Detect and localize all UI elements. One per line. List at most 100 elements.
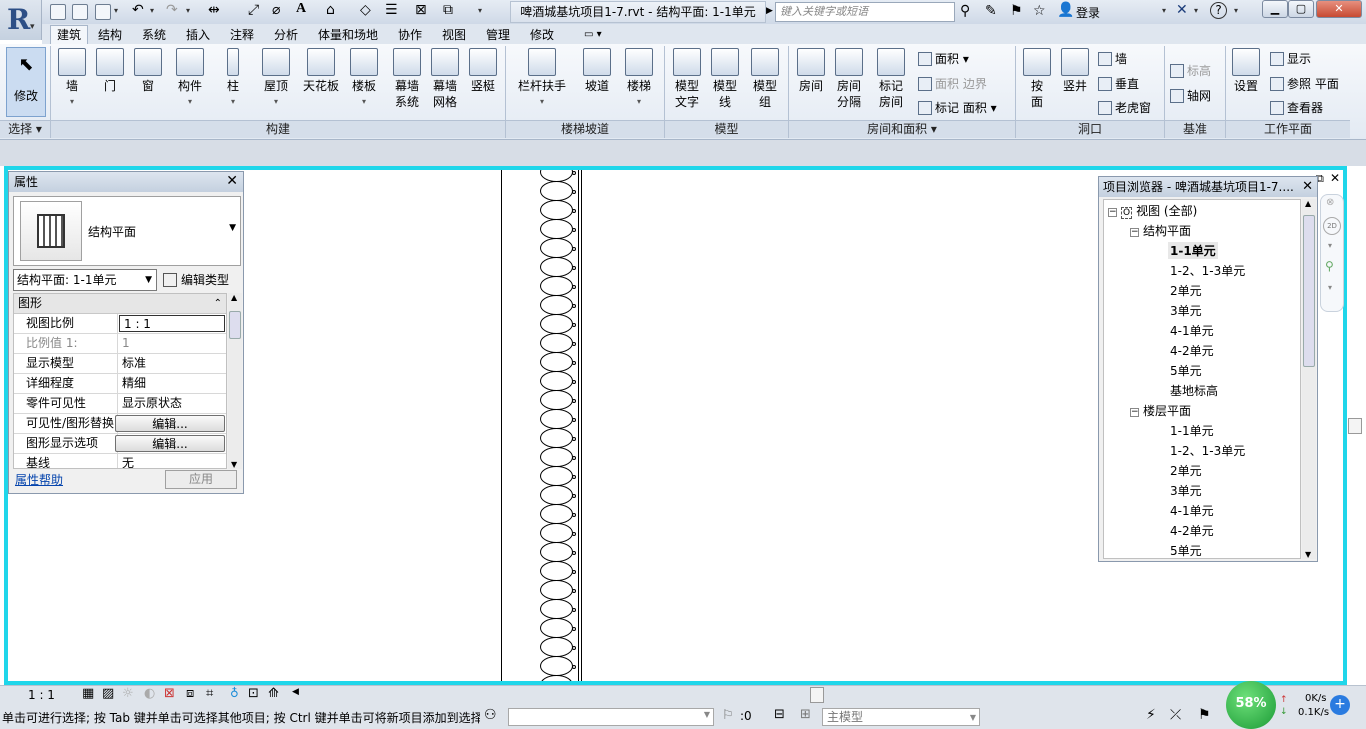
tab-massing-site[interactable]: 体量和场地 — [318, 26, 378, 44]
tree-item[interactable]: 5单元 — [1170, 542, 1202, 558]
sun-path-icon[interactable]: ☼ — [122, 686, 134, 701]
room-button[interactable]: 房间 — [794, 48, 828, 94]
browser-scrollbar[interactable]: ▲ ▼ — [1302, 199, 1316, 559]
room-separator-button[interactable]: 房间分隔 — [832, 48, 866, 110]
customize-qat-icon[interactable]: ▾ — [478, 6, 482, 15]
show-crop-icon[interactable]: ⧈ — [186, 686, 194, 701]
tree-item[interactable]: 4-2单元 — [1170, 342, 1214, 359]
communication-icon[interactable]: ⚑ — [1010, 3, 1023, 19]
3d-view-icon[interactable]: ⌂ — [326, 2, 335, 18]
visual-style-icon[interactable]: ▨ — [102, 686, 114, 701]
tab-collaborate[interactable]: 协作 — [398, 26, 422, 44]
collapse-icon[interactable]: ⌃ — [214, 294, 222, 313]
search-input[interactable]: 键入关键字或短语 — [775, 2, 955, 22]
grid-button[interactable]: 轴网 — [1170, 87, 1211, 104]
tree-item[interactable]: 4-2单元 — [1170, 522, 1214, 539]
ceiling-button[interactable]: 天花板 — [300, 48, 342, 94]
tab-modify[interactable]: 修改 — [530, 26, 554, 44]
set-workplane-button[interactable]: 设置 — [1230, 48, 1262, 94]
ramp-button[interactable]: 坡道 — [580, 48, 614, 94]
tab-architecture[interactable]: 建筑 — [50, 25, 89, 45]
level-button[interactable]: 标高 — [1170, 62, 1211, 79]
accelerate-plus-icon[interactable]: + — [1330, 695, 1350, 715]
scroll-thumb[interactable] — [229, 311, 241, 339]
undo-icon[interactable]: ↶ — [132, 2, 144, 18]
crop-view-icon[interactable]: ⊠ — [164, 686, 175, 701]
room-panel-label[interactable]: 房间和面积 ▾ — [789, 120, 1015, 138]
help-icon[interactable]: ? — [1210, 2, 1227, 19]
workset-select[interactable]: ▼ — [508, 708, 714, 726]
tree-item[interactable]: 1-2、1-3单元 — [1170, 442, 1245, 459]
dormer-button[interactable]: 老虎窗 — [1098, 99, 1151, 116]
scroll-down-icon[interactable]: ▼ — [1305, 550, 1311, 559]
close-icon[interactable]: ✕ — [226, 173, 238, 189]
worksets-icon[interactable]: ⚇ — [484, 707, 497, 723]
scroll-up-icon[interactable]: ▲ — [1305, 199, 1311, 208]
canvas-vertical-scroll-thumb[interactable] — [1348, 418, 1362, 434]
canvas-horizontal-scroll-thumb[interactable] — [810, 687, 824, 703]
tag-icon[interactable]: ⌀ — [272, 2, 280, 18]
exchange-apps-icon[interactable]: ✕ — [1176, 2, 1188, 18]
shaft-button[interactable]: 竖井 — [1058, 48, 1092, 94]
editable-only-icon[interactable]: ⊞ — [800, 707, 811, 722]
prop-row-view-scale[interactable]: 视图比例 1 : 1 — [14, 314, 226, 334]
performance-badge[interactable]: 58% — [1226, 681, 1276, 729]
dropdown-arrow-icon[interactable]: ▾ — [114, 6, 118, 15]
user-icon[interactable]: 👤 — [1057, 2, 1074, 18]
model-line-button[interactable]: 模型线 — [708, 48, 742, 110]
prop-row-display-model[interactable]: 显示模型 标准 — [14, 354, 226, 374]
tree-item[interactable]: 4-1单元 — [1170, 502, 1214, 519]
shadows-icon[interactable]: ◐ — [144, 686, 155, 701]
sync-icon[interactable] — [95, 4, 111, 20]
aligned-dimension-icon[interactable]: ⤢ — [248, 2, 259, 18]
highlight-displacement-icon[interactable]: ⟰ — [268, 686, 279, 701]
favorites-icon[interactable]: ☆ — [1033, 3, 1046, 19]
select-pinned-icon[interactable]: ⚑ — [1198, 707, 1211, 723]
type-selector[interactable]: 结构平面 ▼ — [13, 196, 241, 266]
tree-item-selected[interactable]: 1-1单元 — [1168, 242, 1218, 259]
close-icon[interactable]: ⊗ — [1326, 197, 1334, 208]
design-options-icon[interactable]: ⊟ — [774, 707, 785, 722]
floor-button[interactable]: 楼板 ▾ — [346, 48, 382, 110]
prop-row-detail-level[interactable]: 详细程度 精细 — [14, 374, 226, 394]
filter-icon[interactable]: ⚐ — [722, 708, 734, 723]
measure-icon[interactable]: ⇹ — [208, 2, 220, 18]
steering-wheel-icon[interactable]: 2D — [1323, 217, 1341, 235]
curtain-grid-button[interactable]: 幕墙网格 — [428, 48, 462, 110]
view-scale-input[interactable]: 1 : 1 — [119, 315, 225, 332]
open-icon[interactable] — [50, 4, 66, 20]
edit-type-button[interactable]: 编辑类型 — [163, 271, 229, 288]
vg-edit-button[interactable]: 编辑... — [115, 415, 225, 432]
model-text-button[interactable]: 模型文字 — [670, 48, 704, 110]
group-graphics[interactable]: 图形 ⌃ — [14, 294, 226, 314]
component-button[interactable]: 构件 ▾ — [172, 48, 208, 110]
select-links-icon[interactable]: ⚡ — [1146, 707, 1156, 723]
select-underlay-icon[interactable]: ⤫ — [1170, 707, 1181, 723]
exchange-dropdown-icon[interactable]: ▾ — [1194, 6, 1198, 15]
undo-dropdown-icon[interactable]: ▾ — [150, 6, 154, 15]
close-view-icon[interactable]: ✕ — [1330, 171, 1340, 185]
maximize-button[interactable]: ▢ — [1288, 0, 1314, 18]
scroll-left-icon[interactable]: ◀ — [292, 687, 299, 697]
ref-plane-button[interactable]: 参照 平面 — [1270, 75, 1339, 92]
tree-item[interactable]: 4-1单元 — [1170, 322, 1214, 339]
graphic-display-edit-button[interactable]: 编辑... — [115, 435, 225, 452]
tree-item[interactable]: 2单元 — [1170, 282, 1202, 299]
login-label[interactable]: 登录 — [1076, 4, 1100, 21]
view-scale-label[interactable]: 1 : 1 — [28, 688, 55, 702]
prop-value[interactable]: 无 — [118, 454, 226, 468]
tree-item[interactable]: 基地标高 — [1170, 382, 1218, 399]
save-icon[interactable] — [72, 4, 88, 20]
collapse-icon[interactable]: − — [1130, 408, 1139, 417]
prop-value[interactable]: 显示原状态 — [118, 394, 226, 413]
instance-filter-select[interactable]: 结构平面: 1-1单元 ▼ — [13, 269, 157, 291]
tag-room-button[interactable]: 标记房间 — [874, 48, 908, 110]
properties-scrollbar[interactable]: ▲ ▼ — [228, 293, 242, 469]
wall-opening-button[interactable]: 墙 — [1098, 50, 1127, 67]
model-group-button[interactable]: 模型组 — [748, 48, 782, 110]
select-panel-label[interactable]: 选择 ▾ — [0, 120, 50, 138]
prop-value[interactable]: 精细 — [118, 374, 226, 393]
wall-button[interactable]: 墙 ▾ — [55, 48, 89, 110]
tab-systems[interactable]: 系统 — [142, 26, 166, 44]
tab-manage[interactable]: 管理 — [486, 26, 510, 44]
